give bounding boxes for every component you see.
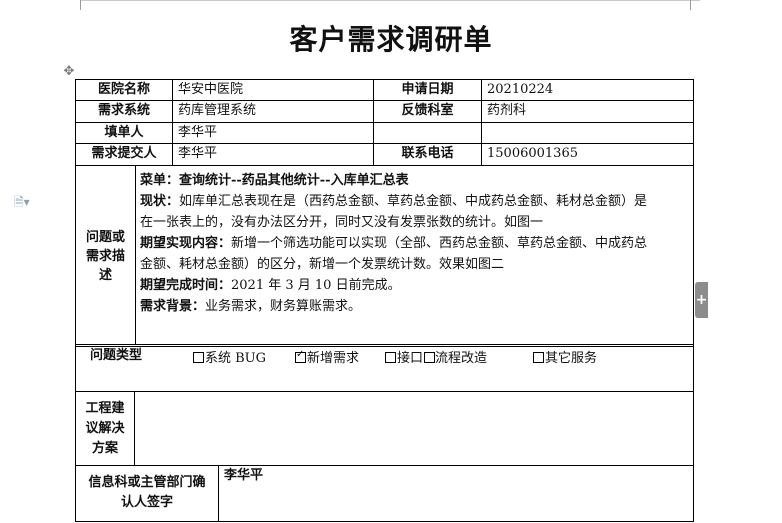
type-option-label: 新增需求 — [307, 351, 360, 366]
filler-label: 填单人 — [104, 125, 144, 140]
solution-label: 工程建 议解决 方案 — [76, 399, 134, 459]
solution-label-line: 工程建 — [85, 401, 125, 416]
solution-label-line: 方案 — [91, 441, 118, 456]
expect-label: 期望实现内容： — [140, 236, 232, 251]
date-value[interactable]: 20210224 — [483, 81, 691, 99]
row-rule — [75, 165, 694, 166]
checkbox-icon[interactable] — [424, 352, 436, 363]
status-text: 在一张表上的，没有办法区分开，同时又没有发票张数的统计。如图一 — [140, 215, 544, 230]
row-rule — [75, 100, 694, 101]
submitter-value[interactable]: 李华平 — [174, 145, 372, 163]
page-top-border — [80, 0, 700, 1]
filler-value[interactable]: 李华平 — [174, 124, 372, 142]
signoff-label-line: 信息科或主管部门确 — [88, 475, 206, 490]
type-option-label: 接口 — [397, 351, 424, 366]
checkbox-icon[interactable] — [385, 352, 396, 363]
solution-label-line: 议解决 — [85, 421, 125, 436]
checkbox-icon[interactable] — [193, 352, 204, 363]
status-label: 现状： — [140, 194, 180, 209]
column-rule — [135, 165, 136, 345]
problem-label-line: 述 — [98, 268, 112, 283]
menu-path: 菜单：查询统计--药品其他统计--入库单汇总表 — [140, 173, 409, 188]
deadline-label: 期望完成时间： — [140, 278, 232, 293]
problem-description[interactable]: 菜单：查询统计--药品其他统计--入库单汇总表 现状：如库单汇总表现在是（西药总… — [140, 170, 693, 317]
type-option-label: 系统 BUG — [205, 351, 267, 366]
row-rule — [75, 122, 694, 123]
hospital-value[interactable]: 华安中医院 — [174, 81, 372, 99]
status-text: 如库单汇总表现在是（西药总金额、草药总金额、中成药总金额、耗材总金额）是 — [179, 194, 648, 209]
type-option-process[interactable]: 流程改造 — [435, 347, 487, 366]
signoff-value[interactable]: 李华平 — [224, 467, 424, 485]
column-rule — [481, 79, 482, 166]
row-rule — [75, 344, 694, 345]
date-label: 申请日期 — [401, 82, 454, 97]
row-rule — [75, 465, 694, 466]
checkbox-checked-icon[interactable] — [295, 349, 306, 363]
system-label: 需求系统 — [97, 103, 150, 118]
expect-text: 新增一个筛选功能可以实现（全部、西药总金额、草药总金额、中成药总 — [231, 236, 648, 251]
problem-label-line: 需求描 — [85, 249, 125, 264]
column-rule — [218, 465, 219, 522]
type-option-new[interactable]: 新增需求 — [295, 347, 359, 366]
type-option-other[interactable]: 其它服务 — [533, 347, 597, 366]
margin-mark-right — [690, 0, 691, 10]
empty-cell[interactable] — [374, 124, 481, 142]
type-option-bug[interactable]: 系统 BUG — [193, 347, 266, 366]
table-move-handle-icon[interactable]: ✥ — [61, 64, 77, 80]
table-border-right — [693, 79, 694, 522]
empty-cell[interactable] — [483, 124, 691, 142]
table-border-top — [75, 79, 694, 80]
row-rule — [75, 143, 694, 144]
phone-label: 联系电话 — [401, 146, 454, 161]
type-option-label: 流程改造 — [435, 351, 488, 366]
column-rule — [134, 391, 135, 466]
expect-text: 金额、耗材总金额）的区分，新增一个发票统计数。效果如图二 — [140, 257, 505, 272]
row-rule — [75, 391, 694, 392]
column-rule — [172, 79, 173, 166]
document-icon[interactable]: 🗎▾ — [14, 193, 38, 209]
background-label: 需求背景： — [140, 299, 206, 314]
deadline-text: 2021 年 3 月 10 日前完成。 — [231, 278, 401, 293]
type-label: 问题类型 — [90, 348, 143, 363]
solution-value[interactable] — [136, 395, 692, 461]
signoff-label-line: 认人签字 — [120, 495, 173, 510]
system-value[interactable]: 药库管理系统 — [174, 102, 372, 120]
margin-mark-left — [80, 0, 81, 10]
problem-label-line: 问题或 — [85, 230, 125, 245]
document-title: 客户需求调研单 — [289, 23, 493, 56]
problem-label: 问题或 需求描 述 — [76, 228, 135, 285]
type-option-interface[interactable]: 接口 — [385, 347, 436, 366]
expand-panel-icon[interactable]: + — [695, 282, 708, 318]
type-option-label: 其它服务 — [545, 351, 598, 366]
dept-value[interactable]: 药剂科 — [483, 102, 691, 120]
table-border-bottom — [75, 521, 694, 522]
signoff-label: 信息科或主管部门确 认人签字 — [76, 473, 218, 513]
submitter-label: 需求提交人 — [91, 146, 157, 161]
hospital-label: 医院名称 — [97, 82, 150, 97]
checkbox-icon[interactable] — [533, 352, 544, 363]
background-text: 业务需求，财务算账需求。 — [205, 299, 362, 314]
dept-label: 反馈科室 — [401, 103, 454, 118]
phone-value[interactable]: 15006001365 — [483, 145, 691, 163]
